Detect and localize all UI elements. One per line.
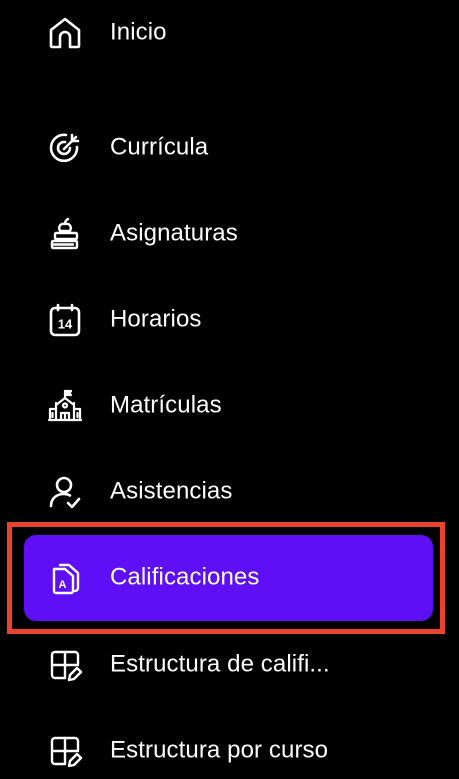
sidebar-item-estructura-por-curso[interactable]: Estructura por curso [24,723,433,779]
sidebar-item-inicio[interactable]: Inicio [24,5,433,61]
home-icon [46,14,84,52]
grid-edit-icon [46,732,84,770]
calendar-icon: 14 [46,301,84,339]
sidebar: Inicio Currícula Asignaturas 14 Horarios… [0,0,459,779]
sidebar-item-label: Calificaciones [110,563,260,591]
sidebar-item-label: Horarios [110,305,202,333]
sidebar-item-asistencias[interactable]: Asistencias [24,464,433,520]
sidebar-item-label: Asignaturas [110,219,238,247]
target-icon [46,129,84,167]
sidebar-item-label: Matrículas [110,391,222,419]
school-building-icon [46,387,84,425]
sidebar-item-calificaciones[interactable]: A Calificaciones [24,535,433,621]
sidebar-item-matriculas[interactable]: Matrículas [24,378,433,434]
sidebar-item-curricula[interactable]: Currícula [24,120,433,176]
sidebar-item-label: Asistencias [110,477,233,505]
sidebar-item-asignaturas[interactable]: Asignaturas [24,206,433,262]
svg-text:A: A [59,579,67,591]
user-check-icon [46,473,84,511]
grid-edit-icon [46,646,84,684]
svg-text:14: 14 [58,317,73,332]
sidebar-item-label: Estructura por curso [110,736,329,764]
sidebar-item-estructura-calificaciones[interactable]: Estructura de califi... [24,637,433,693]
sidebar-item-label: Inicio [110,18,167,46]
sidebar-item-horarios[interactable]: 14 Horarios [24,292,433,348]
grade-document-icon: A [46,559,84,597]
sidebar-item-label: Estructura de califi... [110,650,330,678]
sidebar-item-label: Currícula [110,133,209,161]
books-apple-icon [46,215,84,253]
